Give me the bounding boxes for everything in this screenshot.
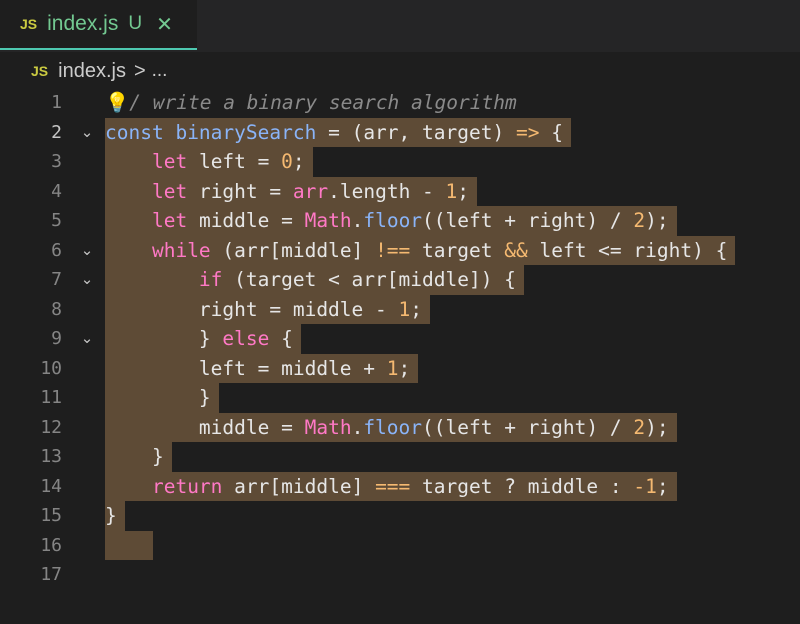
code-line: 12 middle = Math.floor((left + right) / … (0, 412, 800, 442)
code-text: } (105, 501, 125, 531)
line-number: 6 (51, 239, 62, 261)
line-number: 13 (40, 446, 62, 467)
code-line: 13 } (0, 442, 800, 472)
javascript-file-icon: JS (31, 63, 49, 79)
line-number: 10 (40, 357, 62, 379)
line-number: 5 (51, 210, 62, 231)
line-number: 3 (51, 151, 62, 172)
code-line: 7 ⌄ if (target < arr[middle]) { (0, 265, 800, 295)
line-number: 2 (51, 121, 62, 143)
code-text: while (arr[middle] !== target && left <=… (105, 235, 736, 265)
code-line: 15 } (0, 501, 800, 531)
code-text: let left = 0; (105, 147, 313, 177)
code-line: 11 } (0, 383, 800, 413)
line-number: 1 (51, 92, 62, 113)
breadcrumb-symbols[interactable]: ... (152, 60, 168, 82)
code-line: 17 (0, 560, 800, 590)
chevron-down-icon[interactable]: ⌄ (76, 324, 98, 354)
untracked-badge: U (128, 13, 143, 34)
code-text: } (105, 383, 219, 413)
code-text: left = middle + 1; (105, 353, 419, 383)
line-number: 16 (40, 534, 62, 556)
tab-filename: index.js (47, 12, 119, 35)
code-line: 14 return arr[middle] === target ? middl… (0, 471, 800, 501)
code-text (105, 530, 153, 560)
code-text: let middle = Math.floor((left + right) /… (105, 206, 677, 236)
code-text: if (target < arr[middle]) { (105, 265, 524, 295)
tab-index-js[interactable]: JS index.js U ✕ (0, 0, 197, 50)
line-number: 7 (51, 269, 62, 290)
code-line: 4 let right = arr.length - 1; (0, 176, 800, 206)
code-text: right = middle - 1; (105, 294, 431, 324)
line-number: 11 (40, 387, 62, 408)
ghost-comment: 💡/ write a binary search algorithm (105, 91, 517, 114)
breadcrumb: JS index.js > ... (0, 54, 800, 88)
chevron-down-icon[interactable]: ⌄ (76, 118, 98, 148)
javascript-file-icon: JS (20, 16, 38, 32)
line-number: 8 (51, 298, 62, 320)
code-line: 8 right = middle - 1; (0, 294, 800, 324)
line-number: 9 (51, 328, 62, 349)
code-line: 10 left = middle + 1; (0, 353, 800, 383)
line-number: 14 (40, 475, 62, 497)
code-line: 16 (0, 530, 800, 560)
code-text: let right = arr.length - 1; (105, 176, 478, 206)
chevron-down-icon[interactable]: ⌄ (76, 236, 98, 266)
chevron-down-icon[interactable]: ⌄ (76, 265, 98, 295)
line-number: 4 (51, 180, 62, 202)
code-line: 6 ⌄ while (arr[middle] !== target && lef… (0, 235, 800, 266)
line-number: 17 (40, 564, 62, 585)
code-text: } else { (105, 324, 301, 354)
breadcrumb-file[interactable]: index.js (58, 60, 126, 83)
tab-bar: JS index.js U ✕ (0, 0, 800, 52)
chevron-right-icon: > (133, 59, 146, 82)
code-line: 3 let left = 0; (0, 147, 800, 177)
code-text: const binarySearch = (arr, target) => { (105, 117, 571, 147)
code-text: } (105, 442, 172, 472)
code-line: 9 ⌄ } else { (0, 324, 800, 354)
code-line: 5 let middle = Math.floor((left + right)… (0, 206, 800, 236)
lightbulb-icon[interactable]: 💡 (105, 91, 129, 114)
code-text: return arr[middle] === target ? middle :… (105, 471, 677, 501)
code-line: 2 ⌄ const binarySearch = (arr, target) =… (0, 117, 800, 148)
line-number: 15 (40, 505, 62, 526)
close-icon[interactable]: ✕ (156, 12, 173, 36)
line-number: 12 (40, 416, 62, 438)
code-editor[interactable]: 1 💡/ write a binary search algorithm 2 ⌄… (0, 88, 800, 624)
code-line: 1 💡/ write a binary search algorithm (0, 88, 800, 118)
code-text: middle = Math.floor((left + right) / 2); (105, 412, 677, 442)
